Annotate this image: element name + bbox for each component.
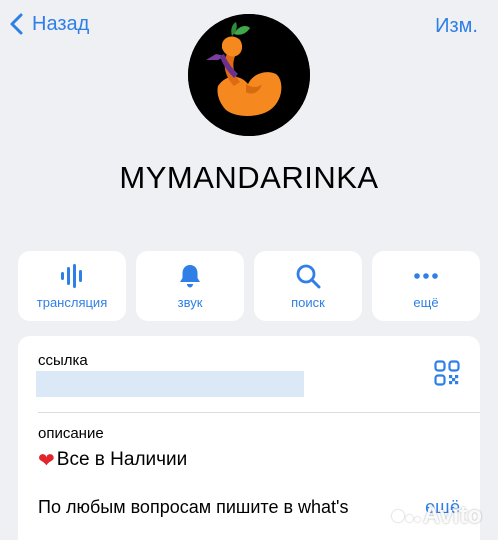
link-label: ссылка xyxy=(38,352,88,369)
search-label: поиск xyxy=(291,294,325,310)
broadcast-button[interactable]: трансляция xyxy=(18,251,126,321)
description-line-1: ❤ Все в Наличии xyxy=(38,448,187,472)
search-icon xyxy=(296,264,321,288)
chevron-left-icon xyxy=(10,13,23,35)
more-dots-icon xyxy=(414,272,438,279)
more-button[interactable]: ещё xyxy=(372,251,480,321)
more-label: ещё xyxy=(413,294,439,310)
broadcast-label: трансляция xyxy=(36,294,108,310)
action-buttons: трансляция звук поиск ещё xyxy=(18,251,480,321)
description-line-2: По любым вопросам пишите в what's xyxy=(38,497,349,517)
edit-button[interactable]: Изм. xyxy=(435,15,478,38)
back-button[interactable]: Назад xyxy=(8,12,89,36)
description-text-1: Все в Наличии xyxy=(56,449,188,470)
search-button[interactable]: поиск xyxy=(254,251,362,321)
channel-avatar[interactable] xyxy=(188,14,310,136)
divider xyxy=(38,412,480,413)
channel-name: MYMANDARINKA xyxy=(119,160,379,195)
avito-watermark: Avito xyxy=(391,502,482,530)
broadcast-icon xyxy=(61,263,82,288)
bell-icon xyxy=(180,264,200,287)
channel-link[interactable] xyxy=(36,371,304,397)
duck-mandarin-logo xyxy=(188,14,310,136)
avito-logo-icon xyxy=(391,510,420,522)
sound-button[interactable]: звук xyxy=(136,251,244,321)
qr-code-icon[interactable] xyxy=(434,360,460,386)
watermark-text: Avito xyxy=(422,502,482,529)
heart-icon: ❤ xyxy=(38,448,55,472)
back-label: Назад xyxy=(32,12,90,35)
description-label: описание xyxy=(38,425,104,442)
sound-label: звук xyxy=(177,294,203,310)
